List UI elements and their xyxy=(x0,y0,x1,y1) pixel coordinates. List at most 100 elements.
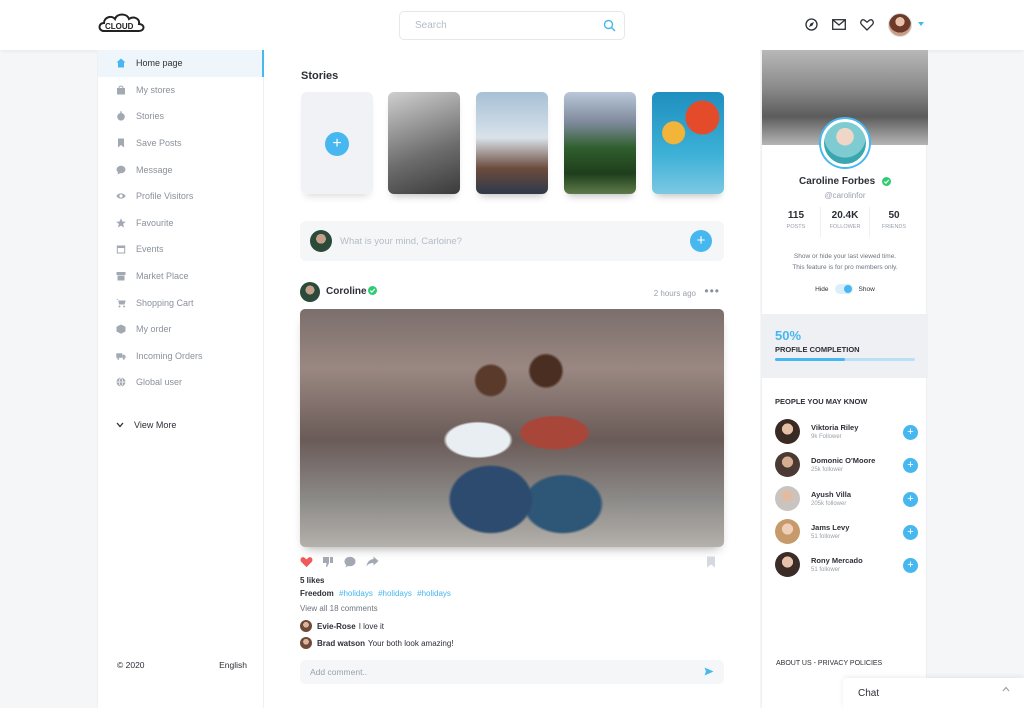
person-avatar[interactable] xyxy=(775,519,800,544)
sidebar-item-market-place[interactable]: Market Place xyxy=(98,263,263,290)
box-icon xyxy=(116,324,126,334)
person-avatar[interactable] xyxy=(775,419,800,444)
home-icon xyxy=(116,58,126,68)
user-avatar[interactable] xyxy=(888,13,912,37)
person-name[interactable]: Ayush Villa xyxy=(811,490,851,499)
comment-text: I love it xyxy=(358,621,385,631)
sidebar-item-my-order[interactable]: My order xyxy=(98,316,263,343)
compass-icon[interactable] xyxy=(805,18,818,31)
top-bar: CLOUD xyxy=(0,0,1024,50)
globe-icon xyxy=(116,377,126,388)
hashtag-link[interactable]: #holidays xyxy=(339,589,373,598)
truck-icon xyxy=(116,351,126,361)
composer-input[interactable] xyxy=(340,231,680,251)
person-name[interactable]: Jams Levy xyxy=(811,523,849,532)
share-icon[interactable] xyxy=(366,556,379,567)
footer-separator: - xyxy=(813,660,816,667)
dislike-icon[interactable] xyxy=(322,556,334,568)
person-name[interactable]: Viktoria Riley xyxy=(811,423,858,432)
stat-posts[interactable]: 115 POSTS xyxy=(772,207,821,237)
person-avatar[interactable] xyxy=(775,552,800,577)
add-friend-button[interactable]: + xyxy=(903,425,918,440)
story-thumbnail[interactable] xyxy=(564,92,636,194)
sidebar-item-label: Home page xyxy=(136,58,183,69)
sidebar-item-favourite[interactable]: Favourite xyxy=(98,210,263,237)
search-icon[interactable] xyxy=(603,19,616,32)
post-header: Coroline 2 hours ago ••• xyxy=(300,282,724,304)
sidebar-item-label: Favourite xyxy=(136,217,174,228)
add-friend-button[interactable]: + xyxy=(903,492,918,507)
comment-author[interactable]: Evie-Rose xyxy=(317,622,356,631)
post-author-name[interactable]: Coroline xyxy=(326,286,367,297)
sidebar-item-my-stores[interactable]: My stores xyxy=(98,77,263,104)
visibility-note: Show or hide your last viewed time. This… xyxy=(772,251,918,273)
chat-tab[interactable]: Chat xyxy=(843,678,1024,708)
sidebar-item-save-posts[interactable]: Save Posts xyxy=(98,130,263,157)
search-box[interactable] xyxy=(399,11,625,40)
send-icon[interactable] xyxy=(704,667,714,676)
likes-count: 5 likes xyxy=(300,576,325,585)
hashtag-link[interactable]: #holidays xyxy=(378,589,412,598)
stories-title: Stories xyxy=(301,70,339,82)
more-options-icon[interactable]: ••• xyxy=(704,284,720,298)
stat-friends[interactable]: 50 FRIENDS xyxy=(870,207,918,237)
about-us-link[interactable]: ABOUT US xyxy=(776,660,812,667)
person-name[interactable]: Domonic O'Moore xyxy=(811,456,875,465)
comment-avatar[interactable] xyxy=(300,620,312,632)
comment-author[interactable]: Brad watson xyxy=(317,639,365,648)
sidebar-item-stories[interactable]: Stories xyxy=(98,103,263,130)
stat-value: 115 xyxy=(787,210,805,221)
like-heart-icon[interactable] xyxy=(300,556,313,568)
add-comment-input[interactable] xyxy=(310,664,680,680)
visibility-toggle[interactable] xyxy=(834,284,853,294)
story-thumbnail[interactable] xyxy=(476,92,548,194)
composer-avatar xyxy=(310,230,332,252)
add-friend-button[interactable]: + xyxy=(903,558,918,573)
chevron-up-icon[interactable] xyxy=(1002,686,1010,692)
add-story-button[interactable]: + xyxy=(301,92,373,194)
search-input[interactable] xyxy=(415,12,595,39)
add-friend-button[interactable]: + xyxy=(903,458,918,473)
profile-avatar[interactable] xyxy=(821,119,869,167)
story-thumbnail[interactable] xyxy=(652,92,724,194)
sidebar-item-label: Global user xyxy=(136,377,183,388)
post-actions xyxy=(300,556,724,570)
sidebar-item-shopping-cart[interactable]: Shopping Cart xyxy=(98,289,263,316)
sidebar-item-profile-visitors[interactable]: Profile Visitors xyxy=(98,183,263,210)
sidebar-item-message[interactable]: Message xyxy=(98,156,263,183)
suggested-person: Ayush Villa 205k follower + xyxy=(775,486,921,512)
sidebar-item-label: Incoming Orders xyxy=(136,350,203,361)
add-comment-box xyxy=(300,660,724,684)
bookmark-icon[interactable] xyxy=(706,556,716,568)
add-friend-button[interactable]: + xyxy=(903,525,918,540)
comment-avatar[interactable] xyxy=(300,637,312,649)
story-thumbnail[interactable] xyxy=(388,92,460,194)
stat-label: POSTS xyxy=(786,224,806,230)
cloud-logo[interactable]: CLOUD xyxy=(96,9,148,42)
sidebar-item-home[interactable]: Home page xyxy=(98,50,264,77)
post-image[interactable] xyxy=(300,309,724,547)
composer-add-button[interactable]: + xyxy=(690,230,712,252)
chevron-down-icon[interactable] xyxy=(918,22,924,26)
sidebar-item-incoming-orders[interactable]: Incoming Orders xyxy=(98,343,263,370)
person-avatar[interactable] xyxy=(775,452,800,477)
stat-followers[interactable]: 20.4K FOLLOWER xyxy=(821,207,870,237)
stat-label: FOLLOWER xyxy=(829,224,861,230)
person-name[interactable]: Rony Mercado xyxy=(811,556,863,565)
view-more-button[interactable]: View More xyxy=(116,420,176,430)
privacy-policies-link[interactable]: PRIVACY POLICIES xyxy=(818,660,882,667)
comment-item: Evie-Rose I love it xyxy=(300,620,384,632)
sidebar-item-global-user[interactable]: Global user xyxy=(98,369,263,396)
person-avatar[interactable] xyxy=(775,486,800,511)
language-selector[interactable]: English xyxy=(219,660,247,670)
heart-icon[interactable] xyxy=(860,18,874,31)
view-all-comments-link[interactable]: View all 18 comments xyxy=(300,604,378,613)
person-followers: 9k Follower xyxy=(811,434,842,440)
calendar-icon xyxy=(116,244,126,254)
hashtag-link[interactable]: #holidays xyxy=(417,589,451,598)
sidebar-item-events[interactable]: Events xyxy=(98,236,263,263)
mail-icon[interactable] xyxy=(832,19,846,30)
post-author-avatar[interactable] xyxy=(300,282,320,302)
comment-icon[interactable] xyxy=(344,556,356,568)
completion-label: PROFILE COMPLETION xyxy=(775,345,860,354)
